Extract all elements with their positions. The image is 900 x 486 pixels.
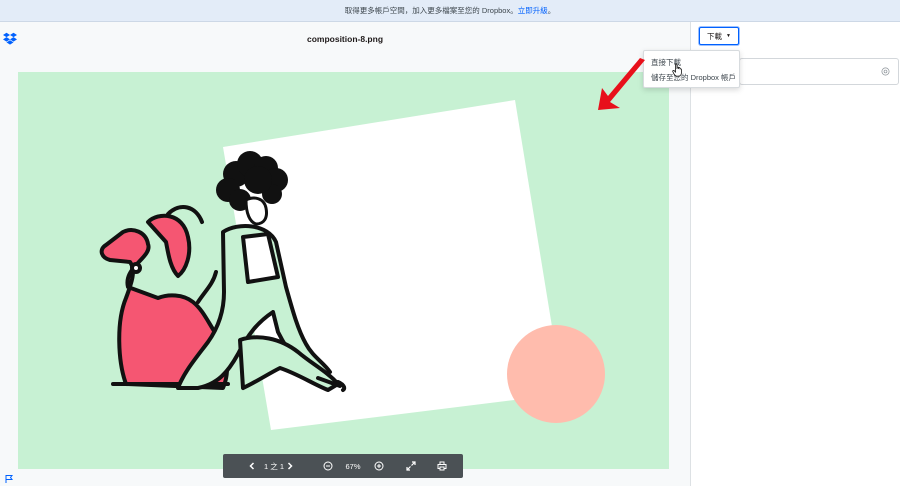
file-name-title: composition-8.png: [306, 34, 384, 44]
download-menu: 直接下載 儲存至您的 Dropbox 帳戶: [643, 50, 740, 88]
upgrade-banner: 取得更多帳戶空間，加入更多檔案至您的 Dropbox。立即升級。: [0, 0, 900, 22]
zoom-in-button[interactable]: [372, 454, 386, 478]
print-button[interactable]: [435, 454, 449, 478]
chevron-right-icon: [287, 462, 293, 470]
fullscreen-button[interactable]: [404, 454, 418, 478]
zoom-out-button[interactable]: [321, 454, 335, 478]
next-page-button[interactable]: [283, 454, 297, 478]
preview-area: composition-8.png 1 之 1 67%: [0, 22, 690, 486]
printer-icon: [437, 461, 447, 471]
download-label: 下載: [707, 31, 723, 41]
banner-tail: 。: [547, 6, 556, 15]
previous-page-button[interactable]: [245, 454, 259, 478]
comment-input[interactable]: [739, 58, 899, 85]
expand-icon: [406, 461, 416, 471]
woman-face: [244, 196, 268, 226]
peach-circle-shape: [507, 325, 605, 423]
caret-down-icon: ▼: [726, 33, 731, 39]
image-canvas: [18, 72, 669, 469]
zoom-out-icon: [323, 461, 333, 471]
viewer-toolbar: 1 之 1 67%: [223, 454, 463, 478]
flag-icon[interactable]: [4, 474, 14, 484]
save-to-dropbox-item[interactable]: 儲存至您的 Dropbox 帳戶: [651, 72, 736, 83]
zoom-level: 67%: [345, 461, 361, 471]
hand-cursor-icon: [672, 63, 682, 77]
right-sidebar: 下載 ▼: [690, 22, 900, 486]
upgrade-link[interactable]: 立即升級: [518, 6, 548, 15]
download-button[interactable]: 下載 ▼: [699, 27, 739, 45]
illustration-image: [99, 100, 605, 430]
banner-text: 取得更多帳戶空間，加入更多檔案至您的 Dropbox。: [344, 6, 518, 15]
annotation-arrow-icon: [598, 58, 645, 110]
chevron-left-icon: [249, 462, 255, 470]
mention-icon[interactable]: [881, 67, 890, 76]
zoom-in-icon: [374, 461, 384, 471]
